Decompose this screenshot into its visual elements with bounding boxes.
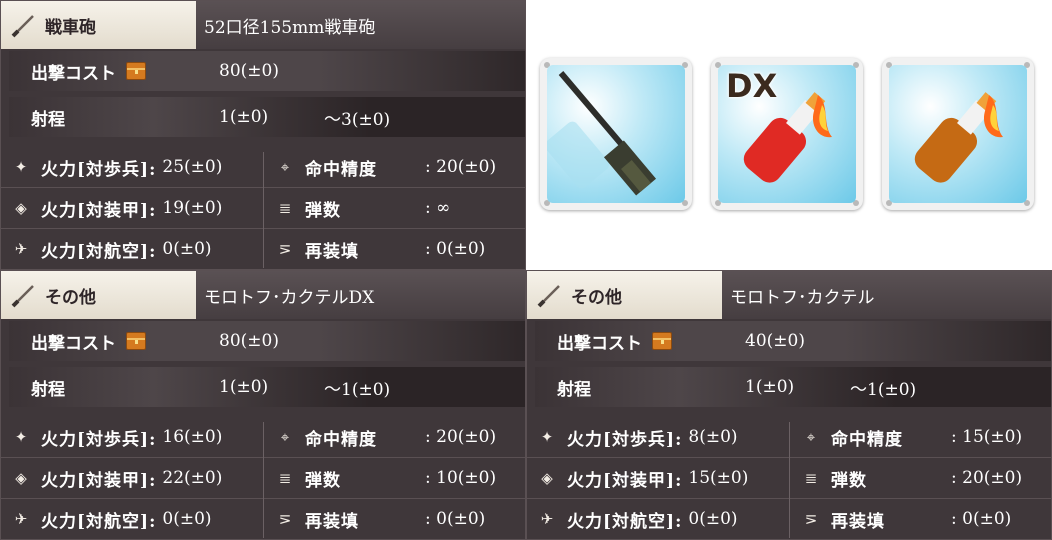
reload-icon: ⋝ [804, 510, 818, 528]
category-tab[interactable]: その他 [527, 271, 722, 319]
reload-icon: ⋝ [278, 510, 292, 528]
cost-label: 出撃コスト [557, 333, 642, 354]
cost-row: 出撃コスト 40(±0) [535, 321, 1051, 361]
infantry-icon: ✦ [540, 428, 554, 446]
category-label: その他 [45, 287, 96, 308]
stat-anti-infantry: ✦ 火力[対歩兵]: 16(±0) [1, 418, 263, 456]
dx-badge: DX [726, 67, 778, 105]
ammo-icon: ≣ [804, 469, 818, 487]
crosshair-icon: ⌖ [280, 158, 290, 176]
crosshair-icon: ⌖ [280, 428, 290, 446]
range-min: 1(±0) [745, 377, 795, 397]
cost-row: 出撃コスト 80(±0) [9, 51, 525, 91]
stat-anti-armor: ◈ 火力[対装甲]: 15(±0) [527, 459, 789, 497]
category-tab[interactable]: その他 [1, 271, 196, 319]
range-row: 射程 1(±0) ～1(±0) [9, 367, 525, 407]
stat-accuracy: ⌖ 命中精度: 20(±0) [265, 148, 527, 186]
armor-icon: ◈ [15, 199, 27, 217]
stat-accuracy: ⌖ 命中精度: 20(±0) [265, 418, 527, 456]
range-label: 射程 [31, 109, 65, 130]
cost-value: 80(±0) [219, 61, 279, 81]
range-min: 1(±0) [219, 107, 269, 127]
aircraft-icon: ✈ [14, 510, 28, 528]
stat-reload: ⋝ 再装填: 0(±0) [791, 500, 1052, 538]
armor-icon: ◈ [541, 469, 553, 487]
stats-grid: ✦ 火力[対歩兵]: 25(±0) ◈ 火力[対装甲]: 19(±0) ✈ 火力[対航空]… [1, 146, 525, 270]
category-label: その他 [571, 287, 622, 308]
stat-anti-air: ✈ 火力[対航空]: 0(±0) [527, 500, 789, 538]
brush-icon [11, 15, 34, 38]
weapon-name: モロトフ･カクテル [722, 271, 1051, 319]
cost-value: 40(±0) [745, 331, 805, 351]
range-min: 1(±0) [219, 377, 269, 397]
stat-anti-air: ✈ 火力[対航空]: 0(±0) [1, 500, 263, 538]
weapon-name: モロトフ･カクテルDX [196, 271, 525, 319]
aircraft-icon: ✈ [540, 510, 554, 528]
orange-molotov-cocktail-icon [914, 92, 1003, 183]
panel-header: その他 モロトフ･カクテルDX [1, 271, 525, 319]
range-max: ～1(±0) [324, 379, 391, 400]
cost-row: 出撃コスト 80(±0) [9, 321, 525, 361]
range-row: 射程 1(±0) ～1(±0) [535, 367, 1051, 407]
panel-header: その他 モロトフ･カクテル [527, 271, 1051, 319]
stats-grid: ✦ 火力[対歩兵]: 8(±0) ◈ 火力[対装甲]: 15(±0) ✈ 火力[対航空]:… [527, 416, 1051, 540]
ammo-icon: ≣ [278, 199, 292, 217]
tank-gun-icon [547, 71, 657, 196]
supply-crate-icon [126, 332, 146, 350]
weapon-name: 52口径155mm戦車砲 [196, 1, 525, 49]
equipment-card-molotov-dx[interactable]: DX [711, 58, 863, 210]
crosshair-icon: ⌖ [806, 428, 816, 446]
cost-label: 出撃コスト [31, 63, 116, 84]
reload-icon: ⋝ [278, 240, 292, 258]
category-label: 戦車砲 [45, 17, 96, 38]
stat-ammo: ≣ 弾数: 20(±0) [791, 459, 1052, 497]
cost-value: 80(±0) [219, 331, 279, 351]
stats-divider [263, 152, 264, 268]
stat-ammo: ≣ 弾数: ∞ [265, 189, 527, 227]
stat-anti-armor: ◈ 火力[対装甲]: 22(±0) [1, 459, 263, 497]
range-max: ～3(±0) [324, 109, 391, 130]
range-max: ～1(±0) [850, 379, 917, 400]
ammo-icon: ≣ [278, 469, 292, 487]
stats-divider [263, 422, 264, 538]
stat-anti-infantry: ✦ 火力[対歩兵]: 25(±0) [1, 148, 263, 186]
supply-crate-icon [126, 62, 146, 80]
weapon-panel-molotov: その他 モロトフ･カクテル 出撃コスト 40(±0) 射程 1(±0) ～1(±… [526, 270, 1052, 540]
equipment-card-molotov[interactable] [882, 58, 1034, 210]
infantry-icon: ✦ [14, 158, 28, 176]
weapon-panel-tank-gun: 戦車砲 52口径155mm戦車砲 出撃コスト 80(±0) 射程 1(±0) ～… [0, 0, 526, 270]
stat-anti-armor: ◈ 火力[対装甲]: 19(±0) [1, 189, 263, 227]
weapon-panel-molotov-dx: その他 モロトフ･カクテルDX 出撃コスト 80(±0) 射程 1(±0) ～1… [0, 270, 526, 540]
range-label: 射程 [557, 379, 591, 400]
brush-icon [11, 285, 34, 308]
stat-ammo: ≣ 弾数: 10(±0) [265, 459, 527, 497]
range-label: 射程 [31, 379, 65, 400]
armor-icon: ◈ [15, 469, 27, 487]
panel-header: 戦車砲 52口径155mm戦車砲 [1, 1, 525, 49]
equipment-card-tank-gun[interactable] [540, 58, 692, 210]
brush-icon [537, 285, 560, 308]
infantry-icon: ✦ [14, 428, 28, 446]
stats-grid: ✦ 火力[対歩兵]: 16(±0) ◈ 火力[対装甲]: 22(±0) ✈ 火力[対航空]… [1, 416, 525, 540]
stat-reload: ⋝ 再装填: 0(±0) [265, 230, 527, 268]
stat-anti-infantry: ✦ 火力[対歩兵]: 8(±0) [527, 418, 789, 456]
stat-accuracy: ⌖ 命中精度: 15(±0) [791, 418, 1052, 456]
stat-anti-air: ✈ 火力[対航空]: 0(±0) [1, 230, 263, 268]
range-row: 射程 1(±0) ～3(±0) [9, 97, 525, 137]
cost-label: 出撃コスト [31, 333, 116, 354]
supply-crate-icon [652, 332, 672, 350]
category-tab[interactable]: 戦車砲 [1, 1, 196, 49]
aircraft-icon: ✈ [14, 240, 28, 258]
stats-divider [789, 422, 790, 538]
stat-reload: ⋝ 再装填: 0(±0) [265, 500, 527, 538]
